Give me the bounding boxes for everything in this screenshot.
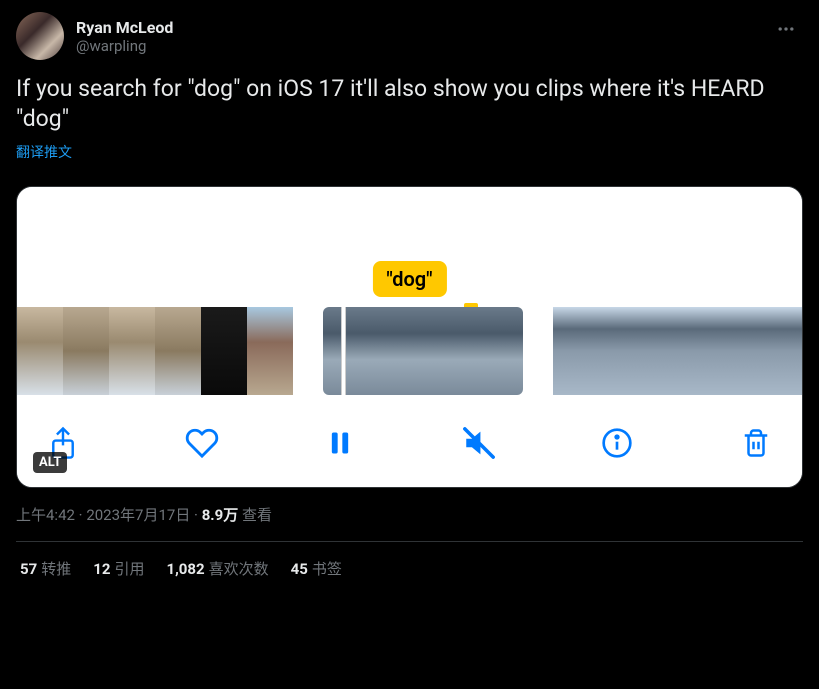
views-label: 查看 bbox=[242, 506, 272, 524]
tweet-header: Ryan McLeod @warpling bbox=[16, 12, 803, 60]
clip-thumbnail bbox=[737, 307, 783, 395]
bookmarks-stat[interactable]: 45书签 bbox=[291, 558, 342, 579]
avatar[interactable] bbox=[16, 12, 64, 60]
bookmarks-count: 45 bbox=[291, 560, 308, 578]
tweet-date[interactable]: 2023年7月17日 bbox=[86, 506, 190, 524]
clip-thumbnail bbox=[109, 307, 155, 395]
clip-thumbnail bbox=[783, 307, 802, 395]
clip-thumbnail bbox=[323, 307, 423, 395]
user-handle[interactable]: @warpling bbox=[76, 37, 173, 55]
tweet-container: Ryan McLeod @warpling If you search for … bbox=[0, 0, 819, 591]
retweets-label: 转推 bbox=[41, 560, 71, 578]
likes-stat[interactable]: 1,082 喜欢次数 bbox=[166, 558, 268, 579]
tweet-text: If you search for "dog" on iOS 17 it'll … bbox=[16, 74, 803, 134]
pause-button[interactable] bbox=[322, 425, 358, 461]
playhead-indicator[interactable] bbox=[341, 307, 346, 395]
views-count: 8.9万 bbox=[202, 506, 239, 524]
tweet-time[interactable]: 上午4:42 bbox=[16, 506, 75, 524]
user-info: Ryan McLeod @warpling bbox=[76, 12, 173, 60]
translate-link[interactable]: 翻译推文 bbox=[16, 142, 72, 162]
clip-thumbnail bbox=[247, 307, 293, 395]
clip-thumbnail bbox=[155, 307, 201, 395]
like-button[interactable] bbox=[184, 425, 220, 461]
retweets-count: 57 bbox=[20, 560, 37, 578]
retweets-stat[interactable]: 57转推 bbox=[20, 558, 71, 579]
bookmarks-label: 书签 bbox=[312, 560, 342, 578]
clip-thumbnail bbox=[599, 307, 645, 395]
clip-thumbnail bbox=[553, 307, 599, 395]
clip-thumbnail bbox=[691, 307, 737, 395]
info-button[interactable] bbox=[599, 425, 635, 461]
ios-video-toolbar bbox=[17, 407, 802, 487]
delete-button[interactable] bbox=[738, 425, 774, 461]
engagement-stats: 57转推 12引用 1,082 喜欢次数 45书签 bbox=[16, 542, 803, 579]
mute-button[interactable] bbox=[461, 425, 497, 461]
media-attachment[interactable]: "dog" bbox=[16, 186, 803, 488]
search-match-label: "dog" bbox=[372, 261, 446, 297]
alt-text-badge[interactable]: ALT bbox=[33, 452, 67, 473]
clip-thumbnail bbox=[17, 307, 63, 395]
clip-group-1 bbox=[17, 307, 293, 395]
timestamp-row: 上午4:42 · 2023年7月17日 · 8.9万 查看 bbox=[16, 504, 803, 542]
more-options-button[interactable] bbox=[769, 12, 803, 46]
media-header-area: "dog" bbox=[17, 187, 802, 297]
quotes-stat[interactable]: 12引用 bbox=[93, 558, 144, 579]
clip-thumbnail bbox=[645, 307, 691, 395]
clip-group-3 bbox=[553, 307, 802, 395]
clip-group-2-active bbox=[323, 307, 523, 395]
likes-count: 1,082 bbox=[166, 560, 204, 578]
quotes-count: 12 bbox=[93, 560, 110, 578]
likes-label: 喜欢次数 bbox=[209, 560, 269, 578]
clip-thumbnail bbox=[201, 307, 247, 395]
display-name[interactable]: Ryan McLeod bbox=[76, 18, 173, 37]
clip-thumbnail bbox=[63, 307, 109, 395]
quotes-label: 引用 bbox=[114, 560, 144, 578]
video-scrubber-filmstrip[interactable] bbox=[17, 297, 802, 407]
clip-thumbnail bbox=[423, 307, 523, 395]
